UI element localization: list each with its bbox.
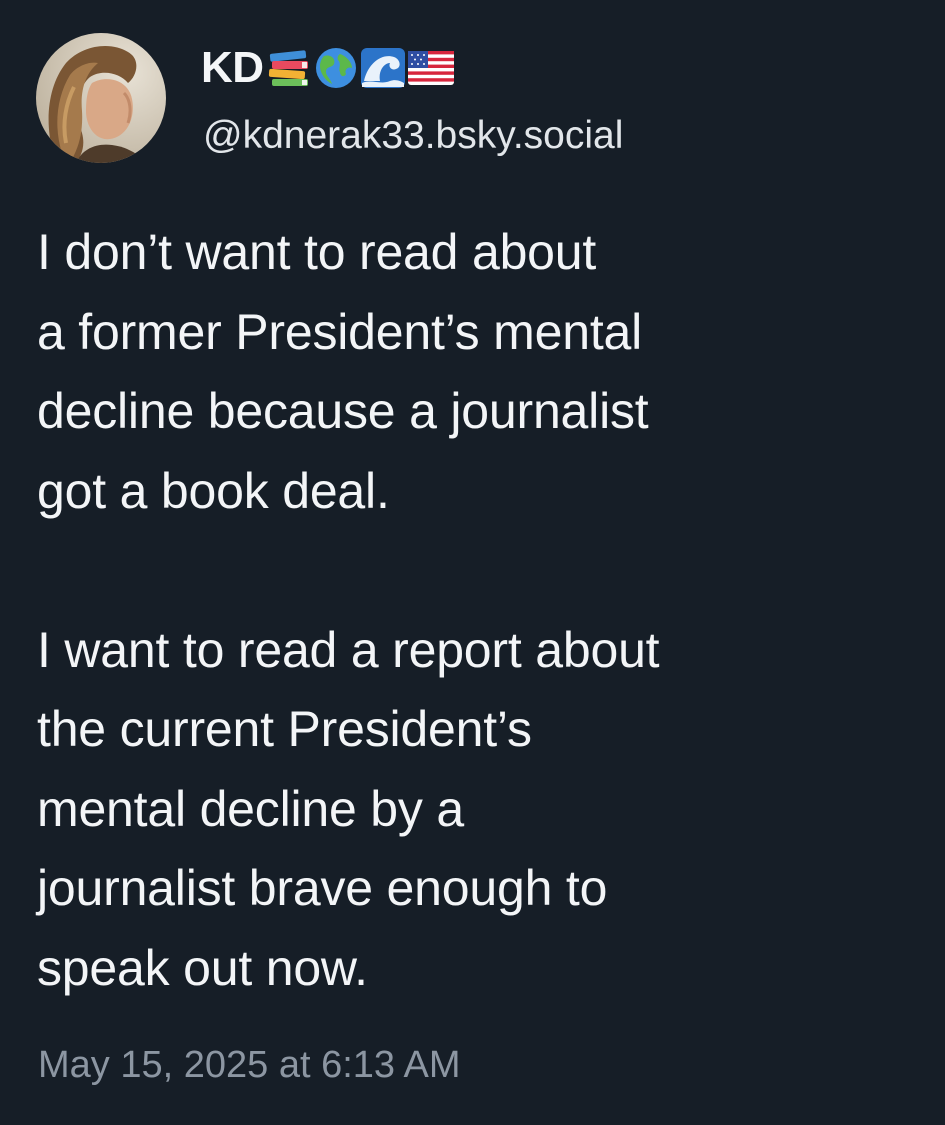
post-paragraph: I don’t want to read about a former Pres… <box>37 224 649 519</box>
water-wave-emoji-icon <box>360 48 405 88</box>
avatar[interactable] <box>36 33 166 163</box>
books-emoji-icon <box>268 50 308 86</box>
name-emoji-row <box>266 46 456 90</box>
post-timestamp[interactable]: May 15, 2025 at 6:13 AM <box>38 1040 461 1090</box>
display-name[interactable]: KD <box>201 40 456 96</box>
post-body: I don’t want to read about a former Pres… <box>37 213 927 1008</box>
display-name-text: KD <box>201 43 264 92</box>
avatar-photo <box>36 33 166 163</box>
post-card: KD @kdnerak33.bsky.social I don’t want t… <box>0 0 945 1125</box>
earth-americas-emoji-icon <box>315 48 356 88</box>
post-paragraph: I want to read a report about the curren… <box>37 621 660 996</box>
us-flag-emoji-icon <box>407 51 454 85</box>
author-handle[interactable]: @kdnerak33.bsky.social <box>203 111 623 161</box>
